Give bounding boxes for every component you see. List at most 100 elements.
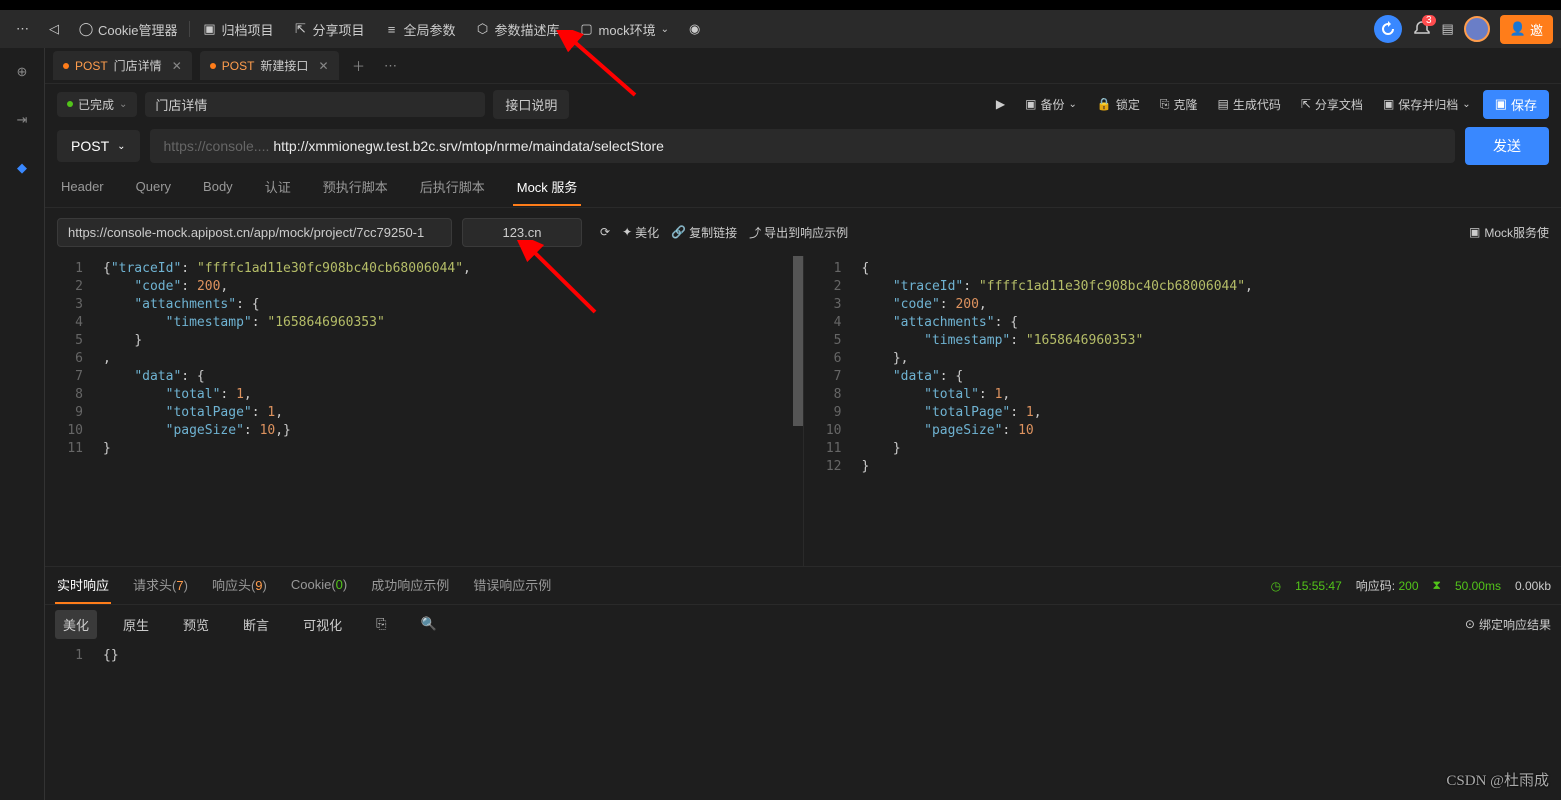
close-icon[interactable]: ✕ [172,59,182,73]
run-button[interactable]: ▶ [988,93,1013,115]
action-bar: 已完成 ⌄ 接口说明 ▶ ▣ 备份 ⌄ 🔒 锁定 ⎘ 克隆 ▤ 生成代码 ⇱ 分… [45,84,1561,124]
copylink-button[interactable]: 🔗 复制链接 [671,224,737,241]
tab-body[interactable]: Body [199,171,237,204]
tab-pre-script[interactable]: 预执行脚本 [319,169,392,206]
tab-auth[interactable]: 认证 [261,169,295,206]
sidebar-target[interactable]: ⊕ [8,58,36,86]
label: 美化 [635,224,659,241]
top-toolbar: ⋯ ◁ ◯ Cookie管理器 ▣ 归档项目 ⇱ 分享项目 ≡ 全局参数 ⬡ 参… [0,10,1561,48]
close-icon[interactable]: ✕ [318,59,328,73]
clone-button[interactable]: ⎘ 克隆 [1152,92,1206,117]
doc-icon[interactable]: ▤ [1442,21,1454,37]
sidebar-collapse[interactable]: ⇥ [8,106,36,134]
savearch-button[interactable]: ▣ 保存并归档 ⌄ [1375,92,1479,117]
left-editor[interactable]: 1234567891011 {"traceId": "ffffc1ad11e30… [45,256,804,566]
backup-button[interactable]: ▣ 备份 ⌄ [1017,92,1085,117]
left-code[interactable]: {"traceId": "ffffc1ad11e30fc908bc40cb680… [95,256,803,566]
export-example-button[interactable]: ⤴ 导出到响应示例 [749,224,848,241]
tab-more[interactable]: ⋯ [379,54,403,78]
resp-success[interactable]: 成功响应示例 [369,567,451,604]
gencode-button[interactable]: ▤ 生成代码 [1210,92,1289,117]
beautify-button[interactable]: ✦ 美化 [622,224,659,241]
resp-reqhead[interactable]: 请求头(7) [131,567,190,604]
mock-short-input[interactable] [462,218,582,247]
resp-code-body[interactable]: {} [95,643,1561,753]
global-params[interactable]: ≡ 全局参数 [377,16,464,43]
mock-usage[interactable]: ▣ Mock服务使 [1469,224,1549,241]
archive-project[interactable]: ▣ 归档项目 [194,16,281,43]
label: 克隆 [1173,96,1197,113]
eye-icon[interactable]: ◉ [681,17,708,41]
save-button[interactable]: ▣ 保存 [1483,90,1549,119]
url-input[interactable]: https://console.... http://xmmionegw.tes… [150,129,1455,163]
label: 保存并归档 [1398,96,1458,113]
resp-visual[interactable]: 可视化 [295,610,350,639]
send-button[interactable]: 发送 [1465,127,1549,165]
chevron-down-icon: ⌄ [117,141,125,152]
request-tabs: Header Query Body 认证 预执行脚本 后执行脚本 Mock 服务 [45,168,1561,208]
invite-button[interactable]: 👤 邀 [1500,15,1553,44]
tab-header[interactable]: Header [57,171,108,204]
archive-label: 归档项目 [221,20,273,39]
mock-url-input[interactable] [57,218,452,247]
tab-new-api[interactable]: POST 新建接口 ✕ [200,51,339,80]
scrollbar[interactable] [793,256,803,566]
resp-preview[interactable]: 预览 [175,610,217,639]
response-body[interactable]: 1 {} [45,643,1561,753]
count: 9 [255,578,262,593]
sync-button[interactable] [1374,15,1402,43]
resp-duration: 50.00ms [1455,579,1501,593]
tab-query[interactable]: Query [132,171,175,204]
resp-bind-result[interactable]: ⊙ 绑定响应结果 [1465,616,1551,633]
clock-icon: ◷ [1271,579,1281,593]
url-main: http://xmmionegw.test.b2c.srv/mtop/nrme/… [273,138,664,154]
label: Mock服务使 [1484,224,1549,241]
method-select[interactable]: POST ⌄ [57,130,140,162]
url-prefix: https://console.... [164,138,270,154]
label: 备份 [1041,96,1065,113]
resp-resphead[interactable]: 响应头(9) [210,567,269,604]
cookie-manager[interactable]: ◯ Cookie管理器 [71,16,185,43]
resp-realtime[interactable]: 实时响应 [55,567,111,604]
params-label: 参数描述库 [495,20,560,39]
add-tab[interactable]: ＋ [347,54,371,78]
label: 生成代码 [1233,96,1281,113]
sidebar-active[interactable]: ◆ [8,154,36,182]
bell-badge: 3 [1422,15,1436,26]
response-toolbar: 美化 原生 预览 断言 可视化 ⎘ 🔍 ⊙ 绑定响应结果 [45,605,1561,643]
right-code[interactable]: { "traceId": "ffffc1ad11e30fc908bc40cb68… [854,256,1561,566]
params-desc[interactable]: ⬡ 参数描述库 [468,16,568,43]
invite-label: 邀 [1530,20,1543,39]
resp-assert[interactable]: 断言 [235,610,277,639]
nav-dots[interactable]: ⋯ [8,17,37,41]
resp-beautify[interactable]: 美化 [55,610,97,639]
mock-env[interactable]: ▢ mock环境 ⌄ [572,16,677,43]
resp-search-icon[interactable]: 🔍 [412,611,444,637]
status-badge[interactable]: 已完成 ⌄ [57,92,137,117]
share-project[interactable]: ⇱ 分享项目 [285,16,372,43]
tab-mock[interactable]: Mock 服务 [513,169,582,206]
response-section: 实时响应 请求头(7) 响应头(9) Cookie(0) 成功响应示例 错误响应… [45,566,1561,753]
lock-button[interactable]: 🔒 锁定 [1089,92,1148,117]
sharedoc-button[interactable]: ⇱ 分享文档 [1293,92,1371,117]
refresh-button[interactable]: ⟳ [600,225,610,239]
label: 保存 [1511,95,1537,114]
resp-error[interactable]: 错误响应示例 [471,567,553,604]
tab-store-detail[interactable]: POST 门店详情 ✕ [53,51,192,80]
notifications-button[interactable]: 3 [1412,19,1432,39]
desc-button[interactable]: 接口说明 [493,90,569,119]
mock-env-label: mock环境 [599,20,656,39]
resp-cookie[interactable]: Cookie(0) [289,569,349,602]
status-dot [67,101,73,107]
right-editor[interactable]: 123456789101112 { "traceId": "ffffc1ad11… [804,256,1561,566]
sync-icon [1380,21,1396,37]
api-name-input[interactable] [145,92,485,117]
nav-back[interactable]: ◁ [41,17,67,41]
modified-dot [63,63,69,69]
resp-raw[interactable]: 原生 [115,610,157,639]
resp-copy-icon[interactable]: ⎘ [368,611,394,637]
resp-code: 200 [1398,579,1418,593]
user-avatar[interactable] [1464,16,1490,42]
tab-post-script[interactable]: 后执行脚本 [416,169,489,206]
tab-method: POST [222,59,255,73]
